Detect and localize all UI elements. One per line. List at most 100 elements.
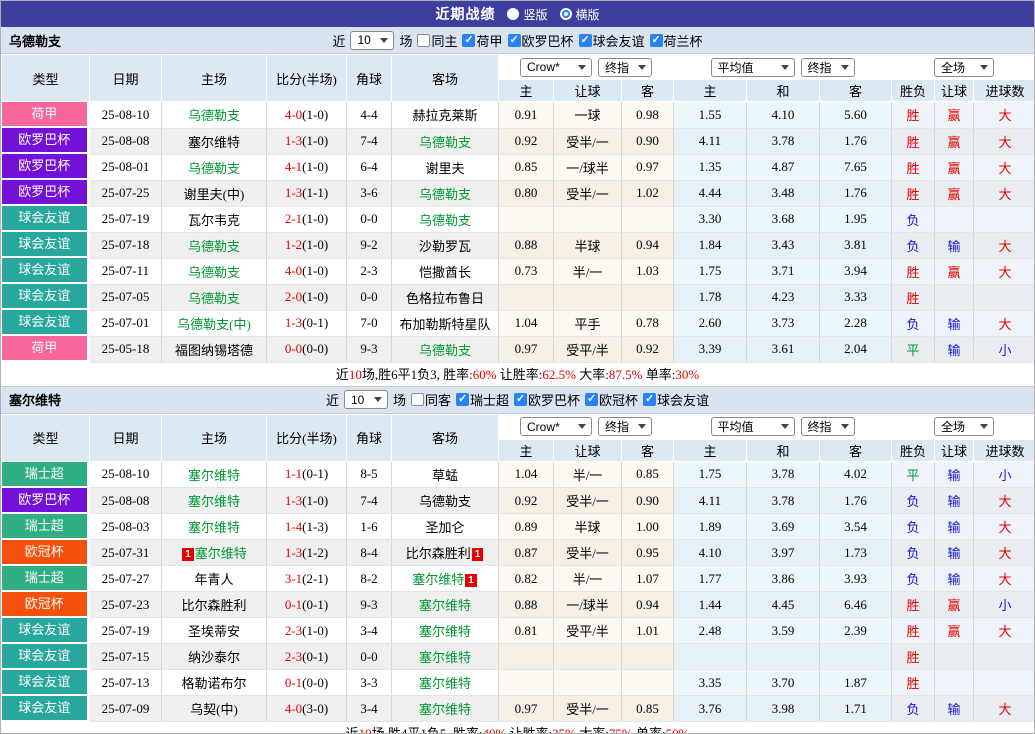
away-team[interactable]: 草蜢 bbox=[432, 468, 458, 483]
same-venue-filter[interactable]: 同客 bbox=[411, 390, 451, 409]
home-team[interactable]: 塞尔维特 bbox=[188, 520, 240, 535]
away-team[interactable]: 乌德勒支 bbox=[419, 213, 471, 228]
league-filter[interactable]: 荷甲 bbox=[462, 31, 502, 50]
league-filter[interactable]: 欧罗巴杯 bbox=[514, 390, 580, 409]
home-team[interactable]: 乌德勒支 bbox=[188, 265, 240, 280]
fulltime-score: 0-1 bbox=[285, 597, 302, 612]
avg-source-select[interactable]: 平均值 bbox=[711, 417, 795, 436]
home-team[interactable]: 比尔森胜利 bbox=[181, 598, 246, 613]
result-goals: 小 bbox=[974, 592, 1035, 618]
league-filter[interactable]: 欧冠杯 bbox=[585, 390, 638, 409]
home-team[interactable]: 年青人 bbox=[194, 572, 233, 587]
away-team[interactable]: 塞尔维特 bbox=[419, 624, 471, 639]
subcol-result-outcome: 胜负 bbox=[892, 80, 935, 102]
score-cell: 2-3(0-1) bbox=[267, 644, 347, 670]
odds-away bbox=[622, 284, 674, 310]
away-team[interactable]: 乌德勒支 bbox=[419, 135, 471, 150]
match-count-select[interactable]: 10 bbox=[350, 31, 394, 50]
avg-time-select[interactable]: 终指 bbox=[801, 58, 855, 77]
checkbox-checked-icon[interactable] bbox=[462, 34, 475, 47]
home-team[interactable]: 圣埃蒂安 bbox=[188, 624, 240, 639]
home-team[interactable]: 乌德勒支 bbox=[188, 108, 240, 123]
away-team[interactable]: 谢里夫 bbox=[425, 161, 464, 176]
odds-away: 0.97 bbox=[622, 154, 674, 180]
checkbox-unchecked-icon[interactable] bbox=[411, 393, 424, 406]
away-team[interactable]: 塞尔维特 bbox=[419, 676, 471, 691]
home-team[interactable]: 谢里夫(中) bbox=[184, 187, 245, 202]
select-value: 全场 bbox=[941, 59, 965, 76]
odds-away: 0.85 bbox=[622, 696, 674, 722]
away-team[interactable]: 圣加仑 bbox=[425, 520, 464, 535]
checkbox-checked-icon[interactable] bbox=[579, 34, 592, 47]
away-team[interactable]: 恺撒酋长 bbox=[419, 265, 471, 280]
checkbox-checked-icon[interactable] bbox=[456, 393, 469, 406]
result-goals: 大 bbox=[974, 180, 1035, 206]
checkbox-checked-icon[interactable] bbox=[508, 34, 521, 47]
home-team[interactable]: 塞尔维特 bbox=[188, 468, 240, 483]
result-scope-select[interactable]: 全场 bbox=[934, 417, 994, 436]
odds-away: 1.02 bbox=[622, 180, 674, 206]
odds-source-select[interactable]: Crow* bbox=[520, 417, 592, 436]
away-team[interactable]: 塞尔维特 bbox=[419, 650, 471, 665]
away-team[interactable]: 塞尔维特 bbox=[419, 598, 471, 613]
home-team[interactable]: 塞尔维特 bbox=[195, 546, 247, 561]
avg-time-select[interactable]: 终指 bbox=[801, 417, 855, 436]
checkbox-checked-icon[interactable] bbox=[514, 393, 527, 406]
radio-unselected-icon[interactable] bbox=[507, 8, 519, 20]
odds-away: 0.78 bbox=[622, 310, 674, 336]
home-team[interactable]: 乌德勒支 bbox=[188, 291, 240, 306]
corner-score: 9-3 bbox=[347, 336, 392, 362]
away-team[interactable]: 沙勒罗瓦 bbox=[419, 239, 471, 254]
away-team[interactable]: 乌德勒支 bbox=[419, 343, 471, 358]
subcol-odds-line: 让球 bbox=[554, 80, 622, 102]
league-filter[interactable]: 球会友谊 bbox=[579, 31, 645, 50]
radio-label-vertical: 竖版 bbox=[523, 6, 547, 23]
score-cell: 2-0(1-0) bbox=[267, 284, 347, 310]
league-filter[interactable]: 荷兰杯 bbox=[650, 31, 703, 50]
away-team[interactable]: 乌德勒支 bbox=[419, 187, 471, 202]
away-team[interactable]: 赫拉克莱斯 bbox=[412, 108, 477, 123]
home-team[interactable]: 乌契(中) bbox=[190, 702, 238, 717]
home-team[interactable]: 乌德勒支(中) bbox=[177, 317, 251, 332]
away-team[interactable]: 乌德勒支 bbox=[419, 494, 471, 509]
away-team[interactable]: 色格拉布鲁日 bbox=[406, 291, 484, 306]
league-badge: 欧罗巴杯 bbox=[2, 154, 88, 178]
home-team[interactable]: 格勒诺布尔 bbox=[181, 676, 246, 691]
away-team-cell: 塞尔维特 bbox=[392, 670, 499, 696]
avg-source-select[interactable]: 平均值 bbox=[711, 58, 795, 77]
odds-time-select[interactable]: 终指 bbox=[598, 58, 652, 77]
layout-radio-vertical[interactable]: 竖版 bbox=[507, 6, 547, 23]
checkbox-checked-icon[interactable] bbox=[643, 393, 656, 406]
league-filter[interactable]: 球会友谊 bbox=[643, 390, 709, 409]
league-filter[interactable]: 欧罗巴杯 bbox=[508, 31, 574, 50]
checkbox-checked-icon[interactable] bbox=[650, 34, 663, 47]
result-outcome: 胜 bbox=[892, 154, 935, 180]
avg-away: 1.95 bbox=[820, 206, 892, 232]
away-team[interactable]: 布加勒斯特星队 bbox=[399, 317, 490, 332]
away-team[interactable]: 塞尔维特 bbox=[412, 572, 464, 587]
same-venue-filter[interactable]: 同主 bbox=[417, 31, 457, 50]
result-handicap bbox=[935, 284, 974, 310]
home-team[interactable]: 乌德勒支 bbox=[188, 239, 240, 254]
odds-source-select[interactable]: Crow* bbox=[520, 58, 592, 77]
away-team[interactable]: 比尔森胜利 bbox=[406, 546, 471, 561]
home-team[interactable]: 乌德勒支 bbox=[188, 161, 240, 176]
match-count-select[interactable]: 10 bbox=[344, 390, 388, 409]
away-team[interactable]: 塞尔维特 bbox=[419, 702, 471, 717]
checkbox-checked-icon[interactable] bbox=[585, 393, 598, 406]
home-team[interactable]: 纳沙泰尔 bbox=[188, 650, 240, 665]
home-team[interactable]: 塞尔维特 bbox=[188, 135, 240, 150]
result-scope-select[interactable]: 全场 bbox=[934, 58, 994, 77]
league-filter[interactable]: 瑞士超 bbox=[456, 390, 509, 409]
result-outcome: 负 bbox=[892, 540, 935, 566]
odds-away bbox=[622, 206, 674, 232]
home-team[interactable]: 塞尔维特 bbox=[188, 494, 240, 509]
checkbox-unchecked-icon[interactable] bbox=[417, 34, 430, 47]
odds-time-select[interactable]: 终指 bbox=[598, 417, 652, 436]
league-badge: 瑞士超 bbox=[2, 462, 88, 486]
league-type-cell: 球会友谊 bbox=[2, 644, 90, 670]
layout-radio-horizontal[interactable]: 横版 bbox=[560, 6, 600, 23]
home-team[interactable]: 福图纳锡塔德 bbox=[175, 343, 253, 358]
home-team[interactable]: 瓦尔韦克 bbox=[188, 213, 240, 228]
radio-selected-icon[interactable] bbox=[560, 8, 572, 20]
